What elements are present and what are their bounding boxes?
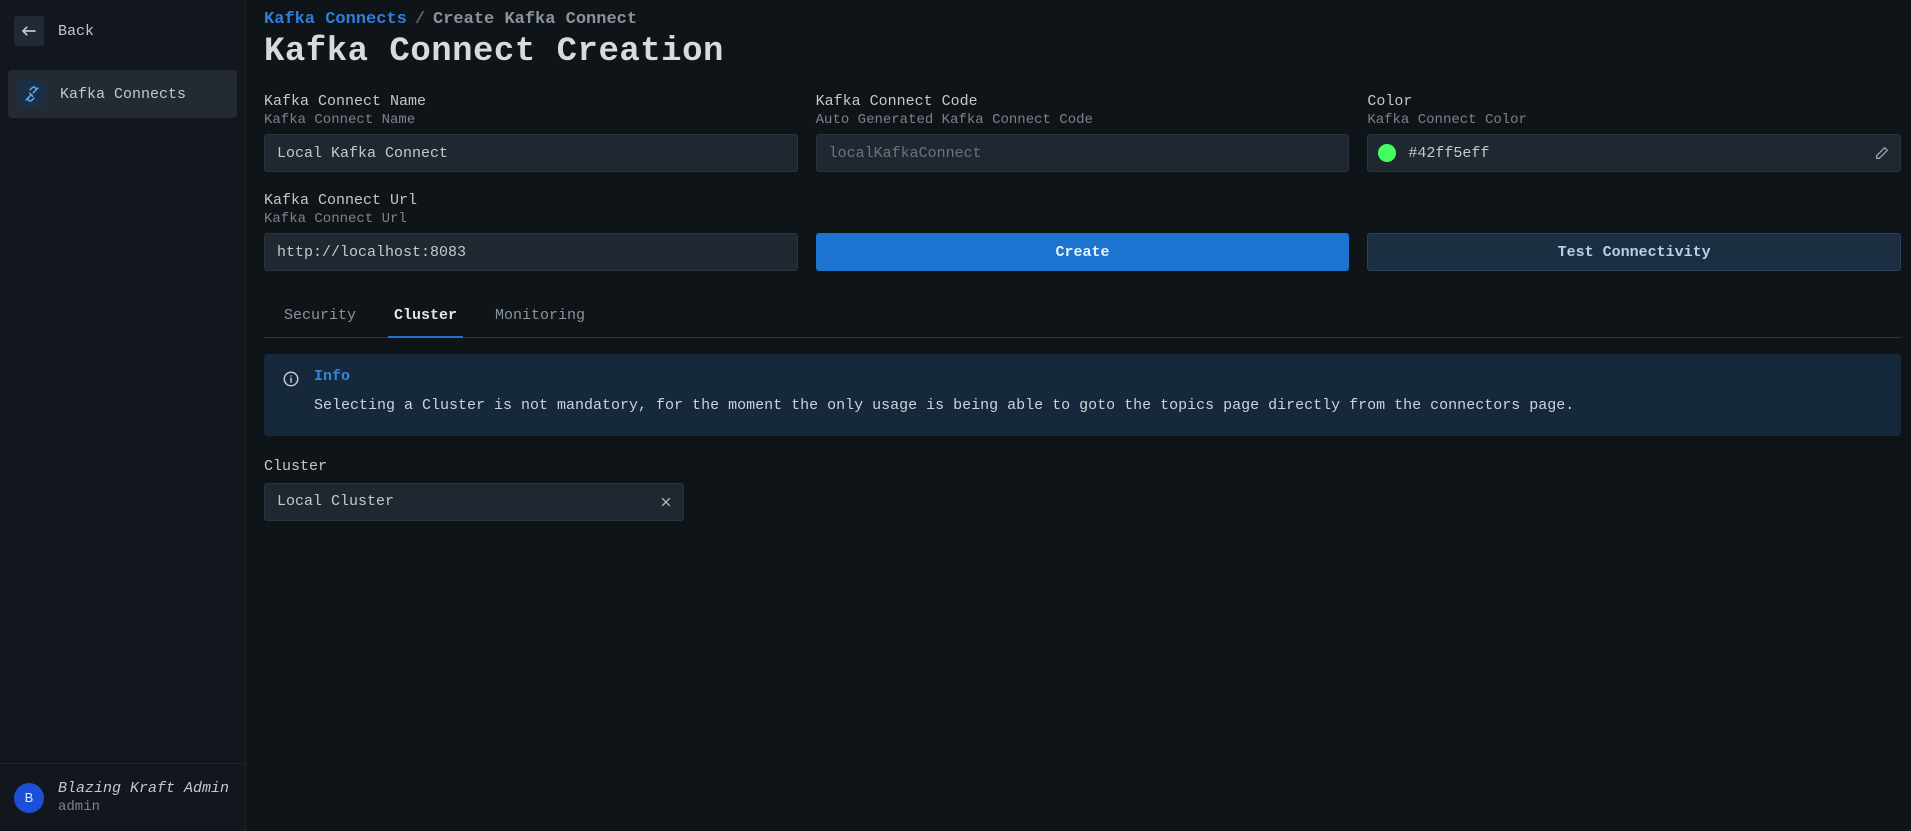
field-sublabel: Auto Generated Kafka Connect Code: [816, 112, 1350, 128]
field-kafka-connect-url: Kafka Connect Url Kafka Connect Url: [264, 192, 798, 271]
tab-security[interactable]: Security: [278, 297, 362, 338]
field-kafka-connect-name: Kafka Connect Name Kafka Connect Name: [264, 93, 798, 172]
field-sublabel: Kafka Connect Color: [1367, 112, 1901, 128]
tabs: Security Cluster Monitoring: [264, 297, 1901, 338]
create-button[interactable]: Create: [816, 233, 1350, 271]
info-title: Info: [314, 368, 1574, 385]
cluster-select[interactable]: Local Cluster: [264, 483, 684, 521]
close-icon[interactable]: [659, 495, 673, 509]
field-color: Color Kafka Connect Color #42ff5eff: [1367, 93, 1901, 172]
info-body: Selecting a Cluster is not mandatory, fo…: [314, 395, 1574, 418]
test-connectivity-button[interactable]: Test Connectivity: [1367, 233, 1901, 271]
sidebar-item-label: Kafka Connects: [60, 86, 186, 103]
kafka-connect-code-input: [816, 134, 1350, 172]
field-label: Kafka Connect Url: [264, 192, 798, 209]
kafka-connect-url-input[interactable]: [264, 233, 798, 271]
plug-icon: [18, 80, 46, 108]
pencil-icon: [1874, 145, 1890, 161]
sidebar-item-kafka-connects[interactable]: Kafka Connects: [8, 70, 237, 118]
back-label: Back: [58, 23, 94, 40]
cluster-select-value: Local Cluster: [277, 493, 649, 510]
back-button[interactable]: Back: [0, 0, 245, 66]
avatar-initial: B: [25, 790, 34, 805]
breadcrumb-separator: /: [415, 10, 425, 29]
breadcrumb: Kafka Connects / Create Kafka Connect: [264, 10, 1911, 29]
sidebar: Back Kafka Connects B Blazing Kraft Admi…: [0, 0, 246, 831]
user-display-name: Blazing Kraft Admin: [58, 780, 229, 797]
field-sublabel: Kafka Connect Url: [264, 211, 798, 227]
field-create: Create: [816, 192, 1350, 271]
color-swatch: [1378, 144, 1396, 162]
back-icon: [14, 16, 44, 46]
page-title: Kafka Connect Creation: [264, 33, 1911, 71]
color-hex: #42ff5eff: [1408, 145, 1862, 162]
user-row[interactable]: B Blazing Kraft Admin admin: [0, 763, 245, 831]
info-banner: Info Selecting a Cluster is not mandator…: [264, 354, 1901, 436]
tab-monitoring[interactable]: Monitoring: [489, 297, 591, 338]
cluster-section: Cluster Local Cluster: [264, 458, 1911, 521]
breadcrumb-parent[interactable]: Kafka Connects: [264, 10, 407, 29]
color-picker[interactable]: #42ff5eff: [1367, 134, 1901, 172]
field-label: Color: [1367, 93, 1901, 110]
field-label: Kafka Connect Name: [264, 93, 798, 110]
kafka-connect-name-input[interactable]: [264, 134, 798, 172]
avatar: B: [14, 783, 44, 813]
field-kafka-connect-code: Kafka Connect Code Auto Generated Kafka …: [816, 93, 1350, 172]
breadcrumb-current: Create Kafka Connect: [433, 10, 637, 29]
tab-cluster[interactable]: Cluster: [388, 297, 463, 338]
user-username: admin: [58, 799, 229, 815]
cluster-label: Cluster: [264, 458, 1911, 475]
field-label: Kafka Connect Code: [816, 93, 1350, 110]
field-sublabel: Kafka Connect Name: [264, 112, 798, 128]
main: Kafka Connects / Create Kafka Connect Ka…: [246, 0, 1911, 831]
field-test: Test Connectivity: [1367, 192, 1901, 271]
info-icon: [282, 370, 300, 418]
